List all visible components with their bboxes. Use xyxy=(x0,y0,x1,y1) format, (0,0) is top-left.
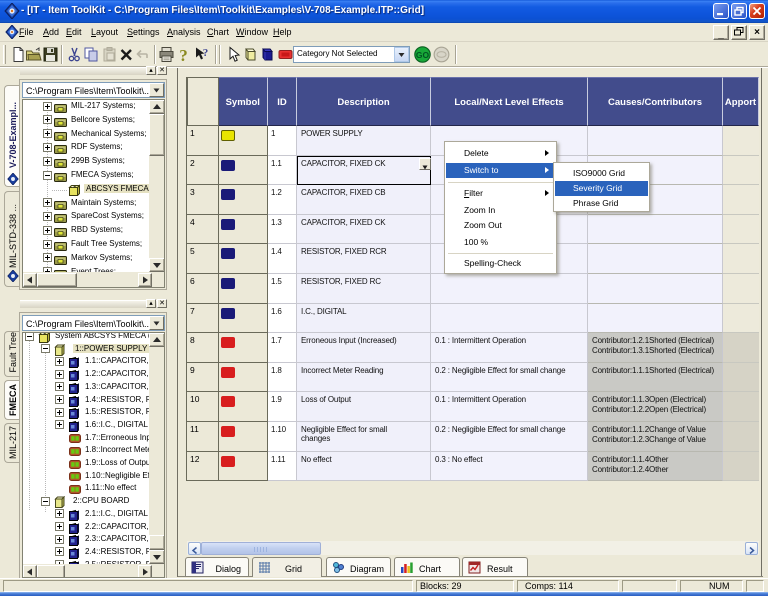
svg-text:GO: GO xyxy=(416,50,430,60)
svg-text:?: ? xyxy=(203,47,209,59)
svg-text:?: ? xyxy=(179,46,188,63)
